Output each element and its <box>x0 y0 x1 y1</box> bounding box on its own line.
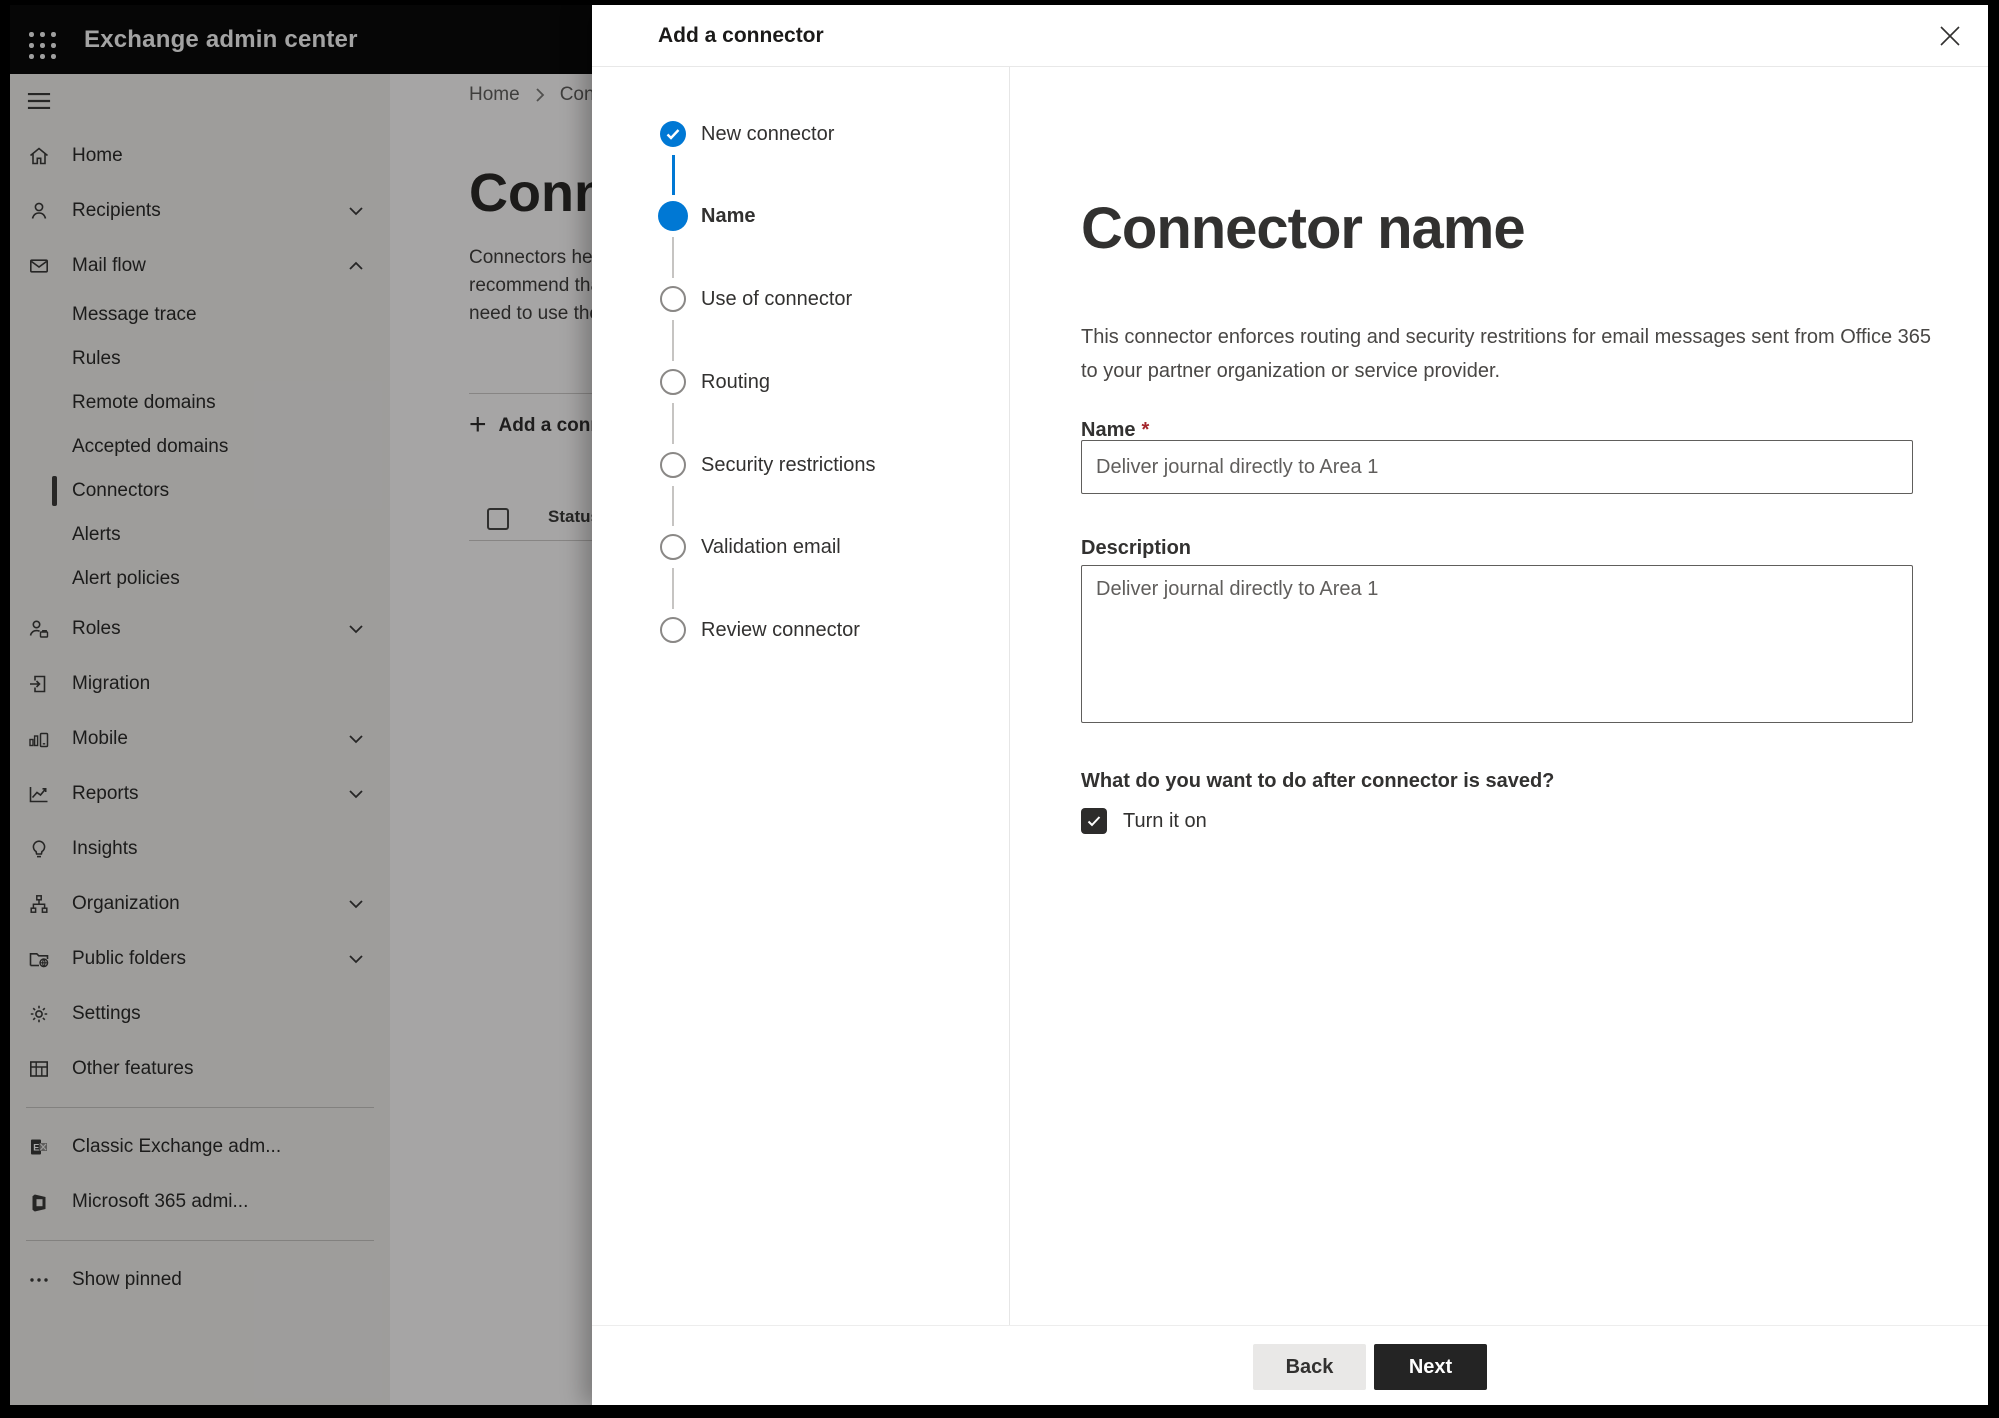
add-connector-modal: Add a connector New connector Name Use of … <box>592 5 1988 1405</box>
modal-header: Add a connector <box>592 5 1988 67</box>
modal-footer: Back Next <box>592 1325 1988 1405</box>
turn-it-on-checkbox[interactable] <box>1081 808 1107 834</box>
step-label: New connector <box>701 123 835 145</box>
next-button[interactable]: Next <box>1374 1344 1487 1390</box>
step-upcoming-icon <box>660 286 686 312</box>
name-field[interactable] <box>1081 440 1913 494</box>
step-connector-line <box>672 568 674 609</box>
after-save-question: What do you want to do after connector i… <box>1081 770 1555 792</box>
step-current-icon <box>658 201 688 231</box>
step-label: Routing <box>701 371 770 393</box>
checkmark-icon <box>1087 816 1101 827</box>
step-connector-line <box>672 237 674 278</box>
step-upcoming-icon <box>660 369 686 395</box>
step-connector-line <box>672 403 674 444</box>
step-heading: Connector name <box>1081 196 1526 261</box>
step-description: This connector enforces routing and secu… <box>1081 326 1932 382</box>
close-icon[interactable] <box>1932 18 1968 54</box>
step-connector-line <box>672 486 674 526</box>
wizard-pane: Connector name This connector enforces r… <box>1010 67 1988 1325</box>
turn-it-on-option[interactable]: Turn it on <box>1081 808 1207 834</box>
turn-it-on-label: Turn it on <box>1123 809 1207 832</box>
step-upcoming-icon <box>660 534 686 560</box>
step-label: Security restrictions <box>701 454 876 476</box>
step-label: Name <box>701 205 756 227</box>
description-field[interactable]: Deliver journal directly to Area 1 <box>1081 565 1913 723</box>
app-window: Exchange admin center Home Recipients Mail… <box>10 5 1988 1405</box>
step-completed-icon <box>660 121 686 147</box>
step-upcoming-icon <box>660 617 686 643</box>
step-connector-line <box>671 155 675 195</box>
step-upcoming-icon <box>660 452 686 478</box>
step-label: Use of connector <box>701 288 853 310</box>
modal-title: Add a connector <box>658 23 824 47</box>
wizard-stepper: New connector Name Use of connector Routing… <box>592 67 1010 1325</box>
step-label: Review connector <box>701 619 860 641</box>
description-field-label: Description <box>1081 537 1192 559</box>
step-label: Validation email <box>701 536 841 558</box>
step-connector-line <box>672 320 674 361</box>
back-button[interactable]: Back <box>1253 1344 1366 1390</box>
required-asterisk: * <box>1141 419 1150 441</box>
name-field-label: Name * <box>1081 419 1150 441</box>
